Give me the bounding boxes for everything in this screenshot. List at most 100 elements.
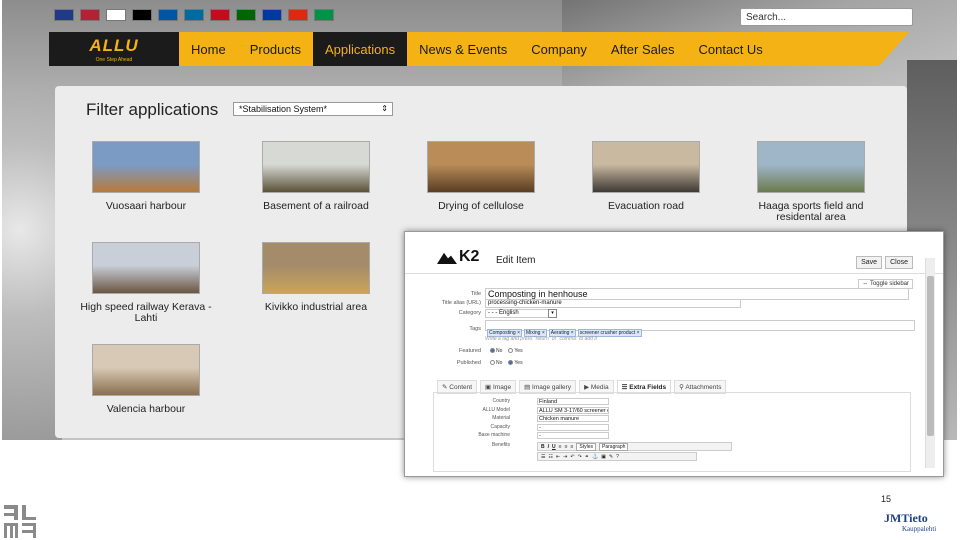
uk-flag-icon[interactable] xyxy=(54,9,74,21)
radio-icon xyxy=(508,360,514,366)
align-left-icon[interactable]: ≡ xyxy=(559,444,562,450)
application-thumbnail[interactable] xyxy=(427,141,535,193)
china-flag-icon[interactable] xyxy=(288,9,308,21)
application-thumbnail[interactable] xyxy=(592,141,700,193)
us-flag-icon[interactable] xyxy=(80,9,100,21)
help-icon[interactable]: ? xyxy=(616,454,619,460)
published-no-radio[interactable]: No xyxy=(490,360,502,366)
close-button[interactable]: Close xyxy=(885,256,913,269)
application-card[interactable]: Vuosaari harbour xyxy=(71,141,221,212)
published-yes-radio[interactable]: Yes xyxy=(508,360,523,366)
nav-item-home[interactable]: Home xyxy=(179,32,238,66)
application-label[interactable]: Evacuation road xyxy=(571,201,721,212)
alma-mark-part xyxy=(15,523,18,538)
application-label[interactable]: Haaga sports field and residental area xyxy=(736,201,886,223)
film-icon: ▶ xyxy=(584,384,591,391)
finland-flag-icon[interactable] xyxy=(106,9,126,21)
alma-mark-part xyxy=(22,530,36,533)
extra-field-input[interactable]: ALLU SM 3-17/60 screener crusher xyxy=(537,406,609,414)
underline-button[interactable]: U xyxy=(552,444,556,450)
background-rocks xyxy=(2,90,62,440)
nav-item-products[interactable]: Products xyxy=(238,32,313,66)
published-radios: No Yes xyxy=(490,360,523,366)
alma-mark-part xyxy=(10,523,13,538)
extra-field-input[interactable]: Chicken manure xyxy=(537,415,609,422)
spain-flag-icon[interactable] xyxy=(210,9,230,21)
italic-button[interactable]: I xyxy=(548,444,549,450)
application-card[interactable]: Basement of a railroad xyxy=(241,141,391,212)
extra-field-input[interactable]: - xyxy=(537,423,609,431)
k2-header: K2 Edit Item Save Close xyxy=(405,232,943,274)
align-center-icon[interactable]: ≡ xyxy=(565,444,568,450)
application-thumbnail[interactable] xyxy=(92,344,200,396)
category-label: Category xyxy=(458,310,481,316)
nav-item-applications[interactable]: Applications xyxy=(313,32,408,66)
application-thumbnail[interactable] xyxy=(92,141,200,193)
application-thumbnail[interactable] xyxy=(262,242,370,294)
application-thumbnail[interactable] xyxy=(262,141,370,193)
russia-flag-icon[interactable] xyxy=(262,9,282,21)
category-select[interactable]: - - - English xyxy=(485,309,557,318)
format-select[interactable]: Paragraph xyxy=(599,442,629,451)
image-icon[interactable]: ▣ xyxy=(601,454,606,460)
nav-item-contact-us[interactable]: Contact Us xyxy=(687,32,775,66)
gallery-icon: ▤ xyxy=(524,384,533,391)
italy-flag-icon[interactable] xyxy=(314,9,334,21)
numbered-list-icon[interactable]: ☷ xyxy=(548,454,552,460)
indent-icon[interactable]: ⇥ xyxy=(563,454,567,460)
bullet-list-icon[interactable]: ☰ xyxy=(541,454,545,460)
tags-input[interactable]: Composting × Mixing × Aerating × screener c… xyxy=(485,320,915,337)
application-thumbnail[interactable] xyxy=(92,242,200,294)
alma-mark-part xyxy=(4,523,7,538)
cleanup-icon[interactable]: ✎ xyxy=(609,454,613,460)
france-flag-icon[interactable] xyxy=(158,9,178,21)
application-card[interactable]: Evacuation road xyxy=(571,141,721,212)
redo-icon[interactable]: ↷ xyxy=(578,454,582,460)
chevron-down-icon: ⇕ xyxy=(381,104,388,113)
undo-icon[interactable]: ↶ xyxy=(570,454,574,460)
nav-item-news-events[interactable]: News & Events xyxy=(407,32,519,66)
application-card[interactable]: Valencia harbour xyxy=(71,344,221,415)
bold-button[interactable]: B xyxy=(541,444,545,450)
application-label[interactable]: Vuosaari harbour xyxy=(71,201,221,212)
alias-field[interactable]: processing-chicken-manure xyxy=(485,299,741,308)
allu-logo[interactable]: ALLU One Step Ahead xyxy=(49,32,179,66)
application-card[interactable]: Haaga sports field and residental area xyxy=(736,141,886,223)
application-label[interactable]: Drying of cellulose xyxy=(406,201,556,212)
page-number: 15 xyxy=(881,494,892,504)
nav-item-after-sales[interactable]: After Sales xyxy=(599,32,687,66)
nav-item-company[interactable]: Company xyxy=(519,32,599,66)
benefits-label: Benefits xyxy=(491,442,510,448)
extra-fields-area: Benefits B I U ≡ ≡ ≡ Styles Paragraph ☰ … xyxy=(433,392,911,472)
extra-field-input[interactable]: Finland xyxy=(537,398,609,405)
application-label[interactable]: High speed railway Kerava - Lahti xyxy=(71,302,221,324)
styles-select[interactable]: Styles xyxy=(576,442,597,451)
application-label[interactable]: Kivikko industrial area xyxy=(241,302,391,313)
save-button[interactable]: Save xyxy=(856,256,883,269)
application-label[interactable]: Valencia harbour xyxy=(71,404,221,415)
k2-scrollbar[interactable] xyxy=(925,258,935,468)
filter-select[interactable]: *Stabilisation System* ⇕ xyxy=(233,102,393,116)
germany-flag-icon[interactable] xyxy=(132,9,152,21)
editor-toolbar: B I U ≡ ≡ ≡ Styles Paragraph xyxy=(537,442,732,451)
chevron-down-icon[interactable]: ▾ xyxy=(548,309,557,318)
featured-no-radio[interactable]: No xyxy=(490,348,502,354)
link-icon[interactable]: ⚭ xyxy=(585,454,589,460)
extra-field-label: ALLU Model xyxy=(482,406,510,413)
radio-icon xyxy=(490,348,495,354)
extra-field-input[interactable]: - xyxy=(537,432,609,439)
scroll-thumb[interactable] xyxy=(927,276,934,436)
application-thumbnail[interactable] xyxy=(757,141,865,193)
align-right-icon[interactable]: ≡ xyxy=(570,444,573,450)
application-card[interactable]: Kivikko industrial area xyxy=(241,242,391,313)
featured-yes-radio[interactable]: Yes xyxy=(508,348,523,354)
sweden-flag-icon[interactable] xyxy=(184,9,204,21)
outdent-icon[interactable]: ⇤ xyxy=(556,454,560,460)
application-card[interactable]: Drying of cellulose xyxy=(406,141,556,212)
radio-yes-label: Yes xyxy=(514,348,523,354)
application-label[interactable]: Basement of a railroad xyxy=(241,201,391,212)
application-card[interactable]: High speed railway Kerava - Lahti xyxy=(71,242,221,324)
search-input[interactable]: Search... xyxy=(740,8,913,26)
portugal-flag-icon[interactable] xyxy=(236,9,256,21)
anchor-icon[interactable]: ⚓ xyxy=(592,454,598,460)
